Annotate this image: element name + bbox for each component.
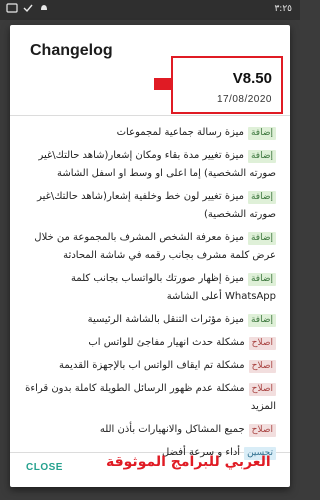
dialog-title: Changelog <box>30 42 113 59</box>
changelog-item-text: ميزة رسالة جماعية لمجموعات <box>116 127 244 138</box>
changelog-item: اصلاحمشكلة عدم ظهور الرسائل الطويلة كامل… <box>24 380 276 416</box>
change-type-badge: اصلاح <box>248 424 276 437</box>
changelog-list-content: إضافةميزة رسالة جماعية لمجموعات إضافةميزة… <box>24 124 276 467</box>
change-type-badge: إضافة <box>247 150 276 163</box>
change-type-badge: إضافة <box>247 232 276 245</box>
changelog-item-text: مشكلة عدم ظهور الرسائل الطويلة كاملة بدو… <box>25 383 276 412</box>
notification-icon <box>6 3 18 13</box>
changelog-item: إضافةميزة تغيير مدة بقاء ومكان إشعار(شاه… <box>24 147 276 183</box>
version-highlight-box: V8.50 17/08/2020 <box>171 56 283 114</box>
status-time: ٣:٢٥ <box>274 4 292 14</box>
change-type-badge: إضافة <box>247 314 276 327</box>
changelog-item-text: مشكلة تم ايقاف الواتس اب بالإجهزة القديم… <box>59 360 245 371</box>
change-type-badge: إضافة <box>247 127 276 140</box>
change-type-badge: اصلاح <box>248 360 276 373</box>
status-bar: ٣:٢٥ <box>0 0 300 20</box>
changelog-item: اصلاحمشكلة تم ايقاف الواتس اب بالإجهزة ا… <box>24 357 276 375</box>
change-type-badge: اصلاح <box>248 383 276 396</box>
change-type-badge: إضافة <box>247 273 276 286</box>
release-date: 17/08/2020 <box>216 94 272 105</box>
changelog-item-text: ميزة تغيير مدة بقاء ومكان إشعار(شاهد حال… <box>38 150 276 179</box>
changelog-item: إضافةميزة رسالة جماعية لمجموعات <box>24 124 276 142</box>
changelog-dialog: Changelog V8.50 17/08/2020 إضافةميزة رسا… <box>10 25 290 487</box>
changelog-item-text: ميزة معرفة الشخص المشرف بالمجموعة من خلا… <box>34 232 276 261</box>
status-icons <box>6 3 50 13</box>
version-label: V8.50 <box>232 70 272 87</box>
changelog-item-text: ميزة مؤثرات التنقل بالشاشة الرئيسية <box>87 314 244 325</box>
watermark-text: العربي للبرامج الموثوقة <box>106 454 271 470</box>
changelog-item-text: ميزة إظهار صورتك بالواتساب بجانب كلمة Wh… <box>70 273 276 302</box>
change-type-badge: إضافة <box>247 191 276 204</box>
bell-icon <box>41 5 47 10</box>
changelog-item-text: ميزة تغيير لون خط وخلفية إشعار(شاهد حالت… <box>37 191 276 220</box>
check-icon <box>23 4 33 13</box>
changelog-item: اصلاحجميع المشاكل والانهيارات بأذن الله <box>24 421 276 439</box>
changelog-item: إضافةميزة مؤثرات التنقل بالشاشة الرئيسية <box>24 311 276 329</box>
changelog-item: اصلاحمشكلة حدث انهيار مفاجئ للواتس اب <box>24 334 276 352</box>
change-type-badge: اصلاح <box>248 337 276 350</box>
close-button[interactable]: CLOSE <box>26 462 63 473</box>
changelog-item-text: جميع المشاكل والانهيارات بأذن الله <box>99 424 245 435</box>
changelog-item: إضافةميزة إظهار صورتك بالواتساب بجانب كل… <box>24 270 276 306</box>
changelog-list[interactable]: إضافةميزة رسالة جماعية لمجموعات إضافةميزة… <box>10 115 290 460</box>
changelog-item: إضافةميزة تغيير لون خط وخلفية إشعار(شاهد… <box>24 188 276 224</box>
changelog-item: إضافةميزة معرفة الشخص المشرف بالمجموعة م… <box>24 229 276 265</box>
changelog-item-text: مشكلة حدث انهيار مفاجئ للواتس اب <box>88 337 245 348</box>
